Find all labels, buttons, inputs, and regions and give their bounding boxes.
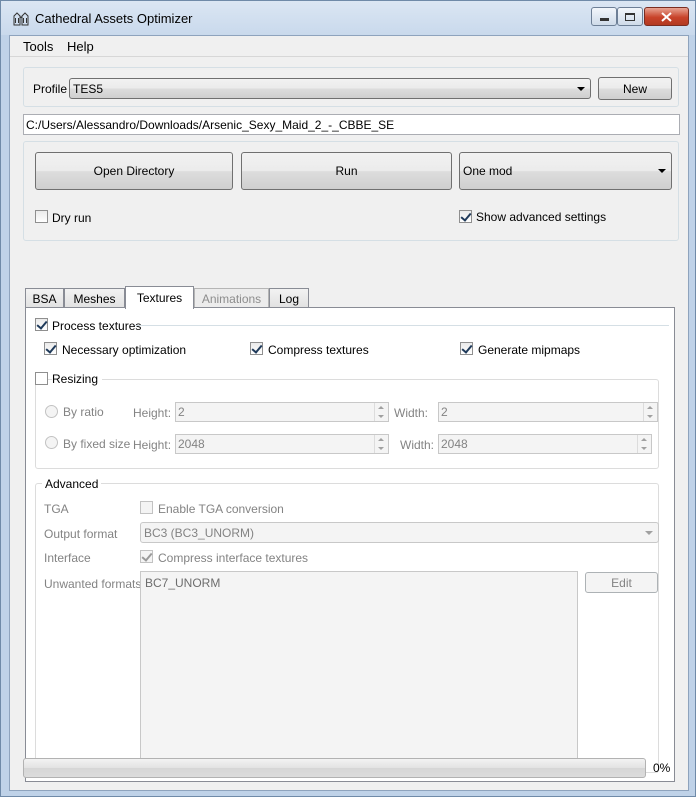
arrow-down-icon (641, 447, 647, 450)
process-textures-checkbox[interactable] (35, 318, 48, 331)
spin-buttons[interactable] (374, 403, 388, 421)
progress-bar (23, 758, 646, 778)
spin-buttons[interactable] (643, 403, 657, 421)
output-format-select[interactable]: BC3 (BC3_UNORM) (140, 522, 659, 543)
arrow-down-icon (647, 415, 653, 418)
window-title: Cathedral Assets Optimizer (35, 11, 193, 26)
profile-group: Profile TES5 New (23, 67, 679, 107)
tga-conversion-checkbox[interactable] (140, 501, 153, 514)
chevron-down-icon (645, 530, 653, 535)
by-ratio-radio[interactable] (45, 405, 58, 418)
menu-tools[interactable]: Tools (23, 39, 53, 54)
unwanted-formats-list[interactable]: BC7_UNORM (140, 571, 578, 763)
resizing-label: Resizing (52, 372, 103, 386)
open-directory-button[interactable]: Open Directory (35, 152, 233, 190)
tga-label: TGA (44, 502, 69, 516)
show-advanced-label: Show advanced settings (476, 210, 607, 224)
fixed-height-value: 2048 (178, 437, 205, 451)
main-window: Cathedral Assets Optimizer Tools Help Pr… (0, 0, 696, 797)
necessary-optimization-label: Necessary optimization (62, 343, 187, 357)
divider (135, 325, 669, 326)
show-advanced-checkbox[interactable] (459, 210, 472, 223)
interface-label: Interface (44, 551, 91, 565)
compress-interface-label: Compress interface textures (158, 551, 309, 565)
maximize-icon (625, 12, 635, 21)
output-format-value: BC3 (BC3_UNORM) (144, 525, 255, 540)
arrow-down-icon (378, 447, 384, 450)
arrow-up-icon (647, 406, 653, 409)
close-button[interactable] (644, 7, 689, 26)
cathedral-icon (13, 12, 29, 26)
fixed-width-value: 2048 (441, 437, 468, 451)
profile-select[interactable]: TES5 (69, 78, 591, 99)
ratio-height-value: 2 (178, 405, 185, 419)
chevron-down-icon (658, 169, 666, 173)
minimize-button[interactable] (591, 7, 617, 26)
ratio-width-label: Width: (394, 406, 429, 420)
minimize-icon (599, 18, 609, 21)
profile-label: Profile (33, 82, 68, 96)
tab-textures[interactable]: Textures (125, 286, 194, 309)
fixed-width-spinbox[interactable]: 2048 (438, 434, 652, 454)
tab-animations[interactable]: Animations (194, 288, 269, 308)
profile-value: TES5 (73, 81, 104, 96)
maximize-button[interactable] (617, 7, 643, 26)
close-icon (661, 11, 672, 22)
arrow-down-icon (378, 415, 384, 418)
ratio-height-label: Height: (133, 406, 172, 420)
client-area: Tools Help Profile TES5 New C:/Users/Ale… (9, 35, 689, 791)
generate-mipmaps-checkbox[interactable] (460, 342, 473, 355)
compress-interface-checkbox[interactable] (140, 550, 153, 563)
arrow-up-icon (378, 438, 384, 441)
ratio-height-spinbox[interactable]: 2 (175, 402, 389, 422)
edit-button[interactable]: Edit (585, 572, 658, 593)
textures-tab-pane: Process textures Necessary optimization … (25, 307, 675, 782)
menu-bar: Tools Help (10, 36, 688, 57)
fixed-height-label: Height: (133, 438, 172, 452)
by-ratio-label: By ratio (63, 405, 104, 419)
spin-buttons[interactable] (374, 435, 388, 453)
ratio-width-value: 2 (441, 405, 448, 419)
by-fixed-size-label: By fixed size (63, 437, 131, 451)
unwanted-format-item[interactable]: BC7_UNORM (145, 576, 220, 590)
unwanted-formats-label: Unwanted formats (44, 577, 142, 591)
fixed-height-spinbox[interactable]: 2048 (175, 434, 389, 454)
generate-mipmaps-label: Generate mipmaps (478, 343, 581, 357)
resizing-checkbox[interactable] (35, 372, 48, 385)
by-fixed-size-radio[interactable] (45, 436, 58, 449)
fixed-width-label: Width: (400, 438, 435, 452)
necessary-optimization-checkbox[interactable] (44, 342, 57, 355)
arrow-up-icon (378, 406, 384, 409)
path-value: C:/Users/Alessandro/Downloads/Arsenic_Se… (26, 117, 395, 132)
title-bar[interactable]: Cathedral Assets Optimizer (1, 1, 695, 35)
advanced-label: Advanced (42, 477, 102, 491)
spin-buttons[interactable] (637, 435, 651, 453)
progress-label: 0% (653, 761, 671, 775)
mode-select[interactable]: One mod (459, 152, 672, 190)
tab-bsa[interactable]: BSA (25, 288, 64, 308)
actions-group: Open Directory Run One mod Dry run Show … (23, 141, 679, 241)
process-textures-label: Process textures (52, 319, 142, 333)
new-profile-button[interactable]: New (598, 77, 672, 100)
ratio-width-spinbox[interactable]: 2 (438, 402, 658, 422)
dry-run-label: Dry run (52, 211, 92, 225)
path-field[interactable]: C:/Users/Alessandro/Downloads/Arsenic_Se… (23, 114, 680, 135)
dry-run-checkbox[interactable] (35, 210, 48, 223)
tab-log[interactable]: Log (269, 288, 309, 308)
tab-meshes[interactable]: Meshes (64, 288, 125, 308)
compress-textures-label: Compress textures (268, 343, 369, 357)
mode-value: One mod (463, 164, 513, 178)
resizing-group (35, 379, 659, 469)
output-format-label: Output format (44, 527, 118, 541)
arrow-up-icon (641, 438, 647, 441)
chevron-down-icon (577, 86, 585, 91)
run-button[interactable]: Run (241, 152, 452, 190)
compress-textures-checkbox[interactable] (250, 342, 263, 355)
tga-conversion-label: Enable TGA conversion (158, 502, 284, 516)
menu-help[interactable]: Help (67, 39, 94, 54)
